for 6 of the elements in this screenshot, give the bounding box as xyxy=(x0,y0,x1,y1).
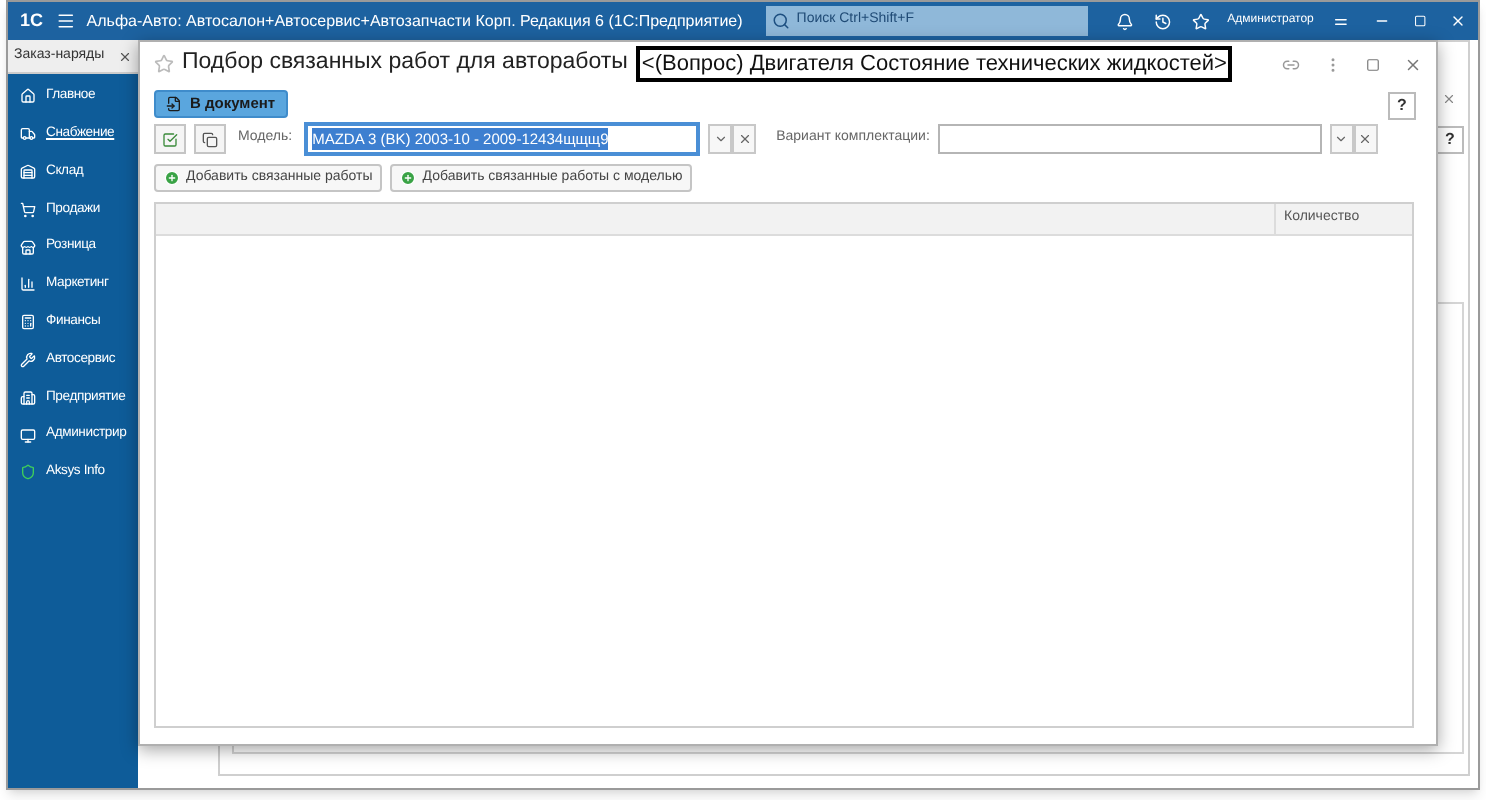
dialog-title: Подбор связанных работ для автоработы xyxy=(182,48,628,79)
help-button[interactable]: ? xyxy=(1388,92,1416,120)
help-button[interactable]: ? xyxy=(1436,126,1464,154)
window-title: Альфа-Авто: Автосалон+Автосервис+Автозапчасти Корп. Редакция 6 (1С:Предприятие) xyxy=(86,9,743,33)
app-logo: 1С xyxy=(20,7,44,34)
highlighted-caption: <(Вопрос) Двигателя Состояние технических жидкостей> xyxy=(635,46,1233,82)
